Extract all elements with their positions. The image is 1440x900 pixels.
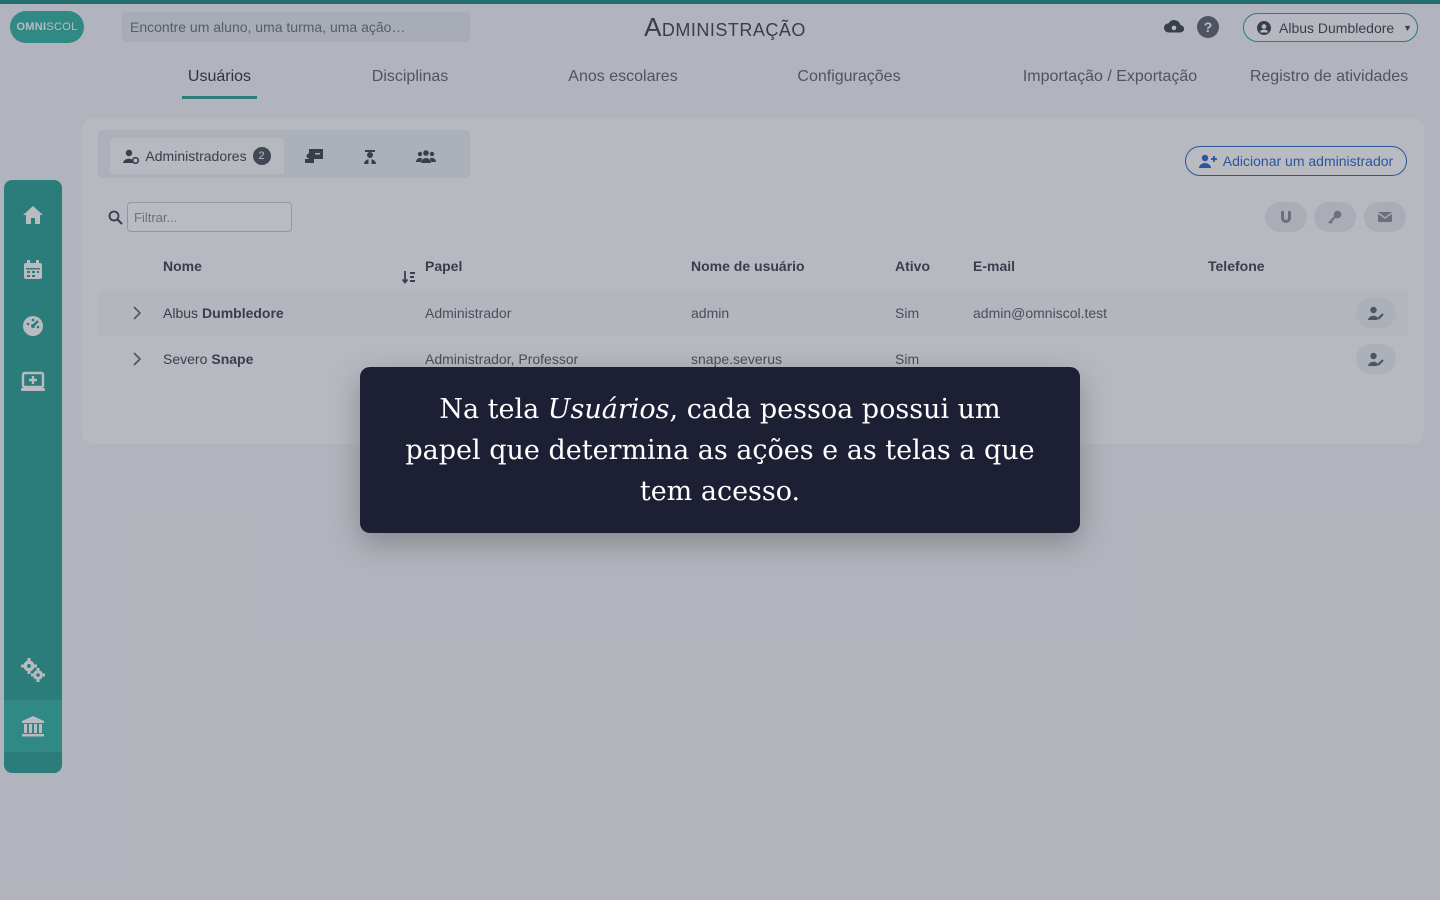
tooltip-text-before: Na tela [439,393,548,425]
tooltip-text-emphasis: Usuários [547,393,670,425]
tour-tooltip: Na tela Usuários, cada pessoa possui um … [360,367,1080,533]
tour-tooltip-text: Na tela Usuários, cada pessoa possui um … [400,389,1040,512]
